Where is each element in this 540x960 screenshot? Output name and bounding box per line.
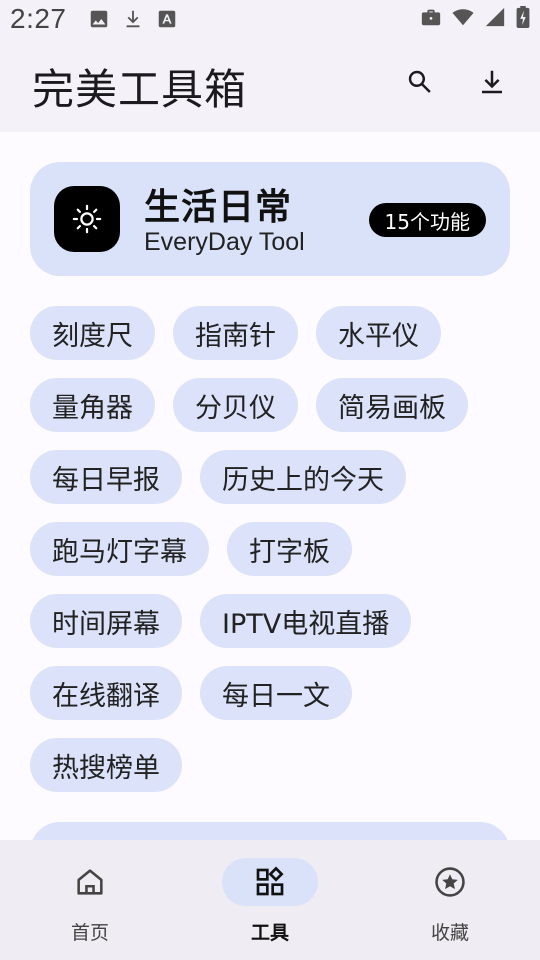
nav-item-favorites[interactable]: 收藏 — [360, 840, 540, 960]
briefcase-icon — [421, 9, 441, 26]
tool-chip-typing-board[interactable]: 打字板 — [227, 522, 352, 576]
category-card-everyday[interactable]: 生活日常 EveryDay Tool 15个功能 — [30, 162, 510, 276]
category-subtitle: EveryDay Tool — [144, 228, 305, 256]
battery-icon — [516, 6, 530, 28]
tool-chip-drawing-board[interactable]: 简易画板 — [316, 378, 468, 432]
chip-row: 每日早报 历史上的今天 — [30, 450, 520, 504]
nav-pill — [42, 858, 138, 906]
tool-chip-today-in-history[interactable]: 历史上的今天 — [200, 450, 406, 504]
tool-chip-decibel[interactable]: 分贝仪 — [173, 378, 298, 432]
nav-pill — [222, 858, 318, 906]
feature-count-badge: 15个功能 — [368, 203, 486, 237]
home-icon — [77, 869, 103, 895]
chip-row: 热搜榜单 — [30, 738, 520, 792]
tool-chip-marquee[interactable]: 跑马灯字幕 — [30, 522, 209, 576]
tools-content[interactable]: 生活日常 EveryDay Tool 15个功能 刻度尺 指南针 水平仪 量角器… — [0, 132, 540, 840]
download-icon — [126, 10, 140, 28]
app-title: 完美工具箱 — [32, 65, 248, 114]
chip-row: 量角器 分贝仪 简易画板 — [30, 378, 520, 432]
chip-row: 跑马灯字幕 打字板 — [30, 522, 520, 576]
tool-chip-daily-news[interactable]: 每日早报 — [30, 450, 182, 504]
status-bar: 2:27 — [0, 0, 540, 36]
tool-chip-translate[interactable]: 在线翻译 — [30, 666, 182, 720]
tool-chip-compass[interactable]: 指南针 — [173, 306, 298, 360]
tool-chip-time-screen[interactable]: 时间屏幕 — [30, 594, 182, 648]
nav-item-home[interactable]: 首页 — [0, 840, 180, 960]
category-icon — [54, 186, 120, 252]
nav-item-tools[interactable]: 工具 — [180, 840, 360, 960]
tool-chips: 刻度尺 指南针 水平仪 量角器 分贝仪 简易画板 每日早报 历史上的今天 跑马灯… — [30, 306, 520, 810]
bottom-nav: 首页 工具 收藏 — [0, 840, 540, 960]
tool-chip-level[interactable]: 水平仪 — [316, 306, 441, 360]
download-icon — [482, 70, 502, 94]
status-right-icons — [420, 6, 530, 28]
chip-row: 刻度尺 指南针 水平仪 — [30, 306, 520, 360]
status-time: 2:27 — [10, 3, 67, 34]
sun-icon — [72, 204, 102, 234]
search-button[interactable] — [402, 64, 438, 100]
category-card-next[interactable] — [30, 822, 510, 840]
app-bar: 完美工具箱 — [0, 36, 540, 132]
search-icon — [408, 70, 431, 93]
nav-label: 首页 — [70, 922, 109, 944]
tool-chip-protractor[interactable]: 量角器 — [30, 378, 155, 432]
chip-row: 时间屏幕 IPTV电视直播 — [30, 594, 520, 648]
download-button[interactable] — [474, 64, 510, 100]
tool-chip-trending[interactable]: 热搜榜单 — [30, 738, 182, 792]
wifi-icon — [452, 9, 474, 26]
tool-chip-iptv[interactable]: IPTV电视直播 — [200, 594, 412, 648]
status-left-icons — [88, 8, 178, 30]
star-circle-icon — [435, 867, 465, 897]
chip-row: 在线翻译 每日一文 — [30, 666, 520, 720]
nav-label: 收藏 — [430, 922, 469, 944]
apps-icon — [256, 866, 284, 896]
nav-label: 工具 — [250, 922, 289, 944]
nav-pill — [402, 858, 498, 906]
screen: 2:27 完美工具箱 生活日常 EveryDay Tool 15个功能 刻度尺 … — [0, 0, 540, 960]
signal-icon — [485, 7, 505, 27]
image-icon — [90, 10, 108, 28]
tool-chip-daily-article[interactable]: 每日一文 — [200, 666, 352, 720]
category-title: 生活日常 — [144, 187, 293, 228]
font-icon — [158, 10, 176, 28]
tool-chip-ruler[interactable]: 刻度尺 — [30, 306, 155, 360]
